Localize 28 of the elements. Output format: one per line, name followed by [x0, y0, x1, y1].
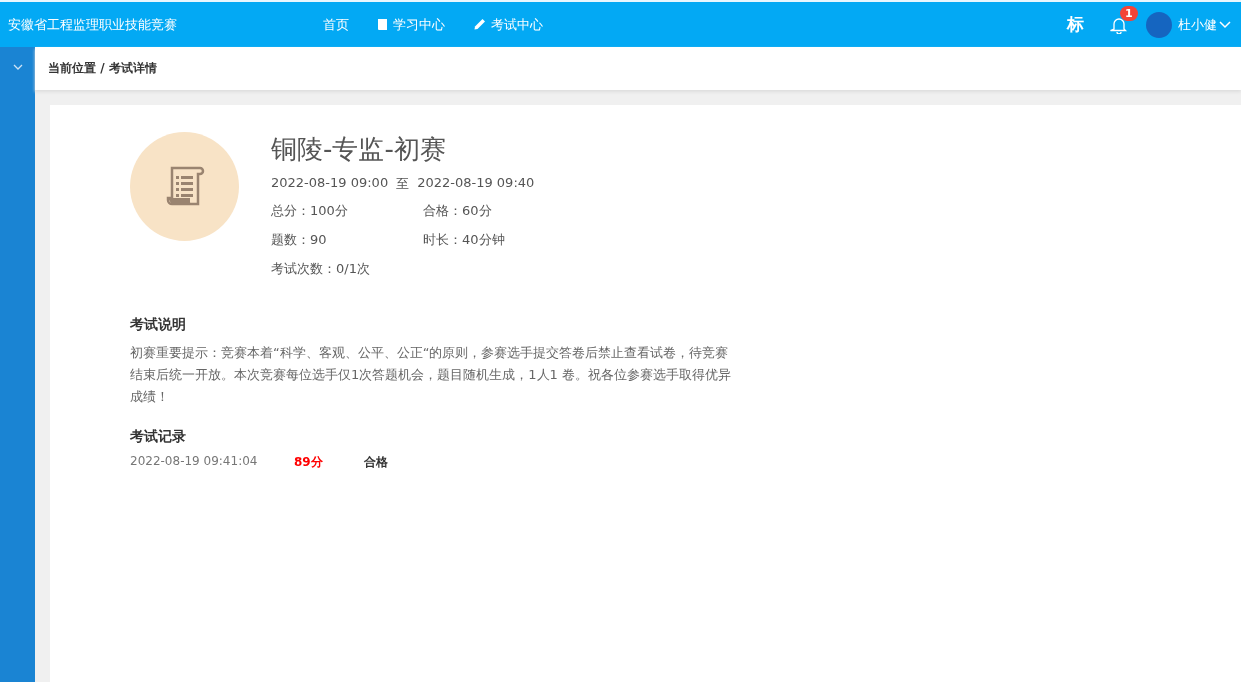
- description-text: 初赛重要提示：竞赛本着“科学、客观、公平、公正“的原则，参赛选手提交答卷后禁止查看试卷，待竞赛结束后统一开放。本次竞赛每位选手仅1次答题机会，题目随机生成，1人1 卷。祝各位参赛选手取得优异成绩！: [130, 344, 732, 406]
- breadcrumb: 当前位置 / 考试详情: [48, 60, 157, 77]
- section-heading: 考试记录: [130, 428, 187, 446]
- range-separator: 至: [396, 175, 410, 193]
- book-icon: [377, 18, 388, 31]
- record-score: 89分: [294, 454, 324, 471]
- record-result: 合格: [364, 454, 388, 471]
- exam-fact: 题数：90: [271, 231, 328, 249]
- site-title: 安徽省工程监理职业技能竞赛: [8, 15, 178, 34]
- user-name[interactable]: 杜小健: [1178, 15, 1217, 34]
- exam-fact: 考试次数：0/1次: [271, 260, 371, 278]
- nav-link[interactable]: 考试中心: [473, 15, 543, 34]
- exam-fact: 合格：60分: [423, 202, 493, 220]
- exam-title: 铜陵-专监-初赛: [271, 133, 447, 166]
- bell-icon[interactable]: [1110, 15, 1128, 34]
- mark-text[interactable]: 标: [1067, 13, 1084, 36]
- nav-link[interactable]: 首页: [323, 15, 349, 34]
- section-heading: 考试说明: [130, 316, 187, 334]
- pencil-icon: [473, 18, 486, 31]
- chevron-down-icon[interactable]: [12, 64, 23, 70]
- nav-link[interactable]: 学习中心: [377, 15, 445, 34]
- avatar[interactable]: [1146, 11, 1172, 38]
- notification-badge: 1: [1120, 5, 1138, 21]
- start-time: 2022-08-19 09:00: [271, 175, 389, 192]
- exam-fact: 总分：100分: [271, 202, 349, 220]
- exam-fact: 时长：40分钟: [423, 231, 506, 249]
- record-time: 2022-08-19 09:41:04: [130, 454, 259, 470]
- end-time: 2022-08-19 09:40: [417, 175, 535, 192]
